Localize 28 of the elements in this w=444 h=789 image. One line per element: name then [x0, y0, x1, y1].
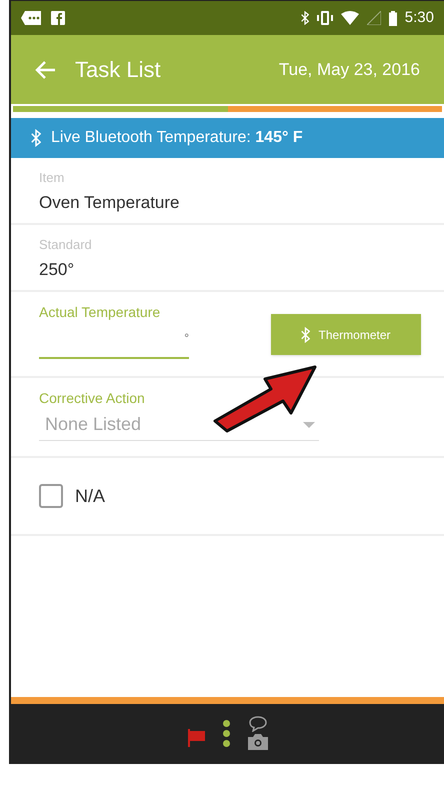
thermometer-button[interactable]: Thermometer [271, 314, 421, 355]
app-date: Tue, May 23, 2016 [278, 58, 420, 81]
camera-icon[interactable] [248, 734, 268, 750]
field-label: Corrective Action [39, 389, 146, 408]
comment-icon[interactable] [248, 716, 266, 732]
app-title: Task List [75, 56, 161, 84]
status-time: 5:30 [404, 8, 434, 28]
signal-icon [366, 11, 381, 25]
field-value: 250° [39, 258, 76, 280]
field-label: Actual Temperature [39, 303, 162, 322]
facebook-icon [51, 11, 65, 25]
bluetooth-icon [300, 11, 309, 25]
message-icon [21, 11, 41, 25]
vibrate-icon [316, 11, 333, 25]
checkbox-label: N/A [75, 484, 106, 508]
field-value: Oven Temperature [39, 192, 180, 214]
bluetooth-icon [301, 326, 310, 342]
temperature-input[interactable]: ° [39, 323, 189, 359]
more-icon[interactable] [222, 720, 230, 746]
wifi-icon [340, 11, 359, 25]
dropdown-caret-icon [303, 422, 315, 428]
battery-icon [388, 10, 397, 26]
banner-text: Live Bluetooth Temperature: 145° F [51, 128, 303, 148]
field-label: Standard [39, 236, 93, 254]
bluetooth-icon [31, 129, 41, 147]
flag-icon[interactable] [188, 729, 204, 747]
checkbox[interactable] [39, 484, 63, 508]
field-label: Item [39, 169, 66, 187]
